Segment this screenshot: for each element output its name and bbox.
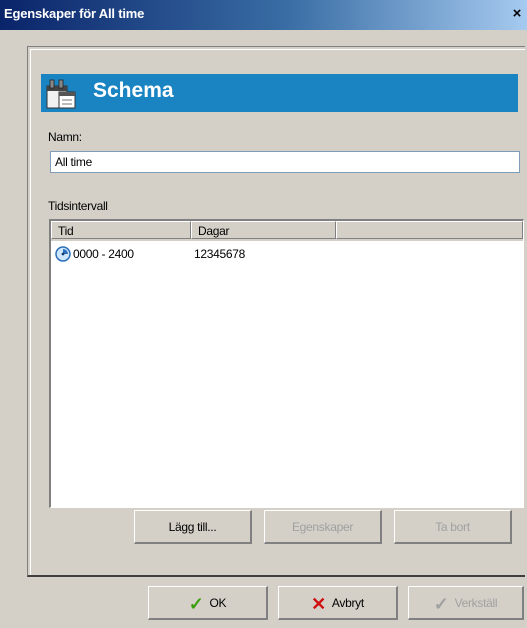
schema-panel: Schema Namn: Tidsintervall Tid Dagar bbox=[27, 46, 525, 577]
column-tid[interactable]: Tid bbox=[51, 221, 191, 239]
clock-icon bbox=[55, 246, 71, 262]
cross-icon: ✕ bbox=[311, 593, 326, 614]
list-header: Tid Dagar bbox=[51, 221, 523, 241]
header-title: Schema bbox=[93, 79, 174, 102]
properties-dialog: Egenskaper för All time × Schema Namn: A… bbox=[0, 0, 527, 628]
check-icon: ✓ bbox=[188, 593, 204, 614]
list-item[interactable]: 0000 - 2400 12345678 bbox=[51, 245, 523, 263]
remove-button[interactable]: Ta bort bbox=[394, 510, 512, 544]
panel-inner: Schema Namn: Tidsintervall Tid Dagar bbox=[30, 49, 525, 575]
properties-button[interactable]: Egenskaper bbox=[264, 510, 382, 544]
schema-header: Schema bbox=[41, 74, 518, 112]
cancel-label: Avbryt bbox=[331, 596, 364, 610]
close-button[interactable]: × bbox=[509, 6, 525, 22]
apply-button[interactable]: ✓ Verkställ bbox=[408, 586, 524, 620]
cancel-button[interactable]: ✕ Avbryt bbox=[278, 586, 398, 620]
column-empty[interactable] bbox=[336, 221, 523, 239]
cell-dagar: 12345678 bbox=[194, 247, 245, 261]
apply-check-icon: ✓ bbox=[433, 593, 449, 614]
cell-tid: 0000 - 2400 bbox=[73, 247, 134, 261]
column-dagar[interactable]: Dagar bbox=[191, 221, 336, 239]
name-field[interactable] bbox=[50, 151, 520, 173]
name-label: Namn: bbox=[48, 130, 82, 144]
interval-list[interactable]: Tid Dagar 0000 - 2400 12345678 bbox=[49, 219, 524, 508]
schedule-icon bbox=[46, 79, 76, 109]
apply-label: Verkställ bbox=[454, 596, 498, 610]
ok-label: OK bbox=[209, 596, 227, 610]
window-title: Egenskaper för All time bbox=[4, 6, 145, 21]
ok-button[interactable]: ✓ OK bbox=[148, 586, 268, 620]
title-bar[interactable]: Egenskaper för All time × bbox=[0, 0, 527, 30]
add-button[interactable]: Lägg till... bbox=[134, 510, 252, 544]
interval-label: Tidsintervall bbox=[48, 199, 108, 213]
